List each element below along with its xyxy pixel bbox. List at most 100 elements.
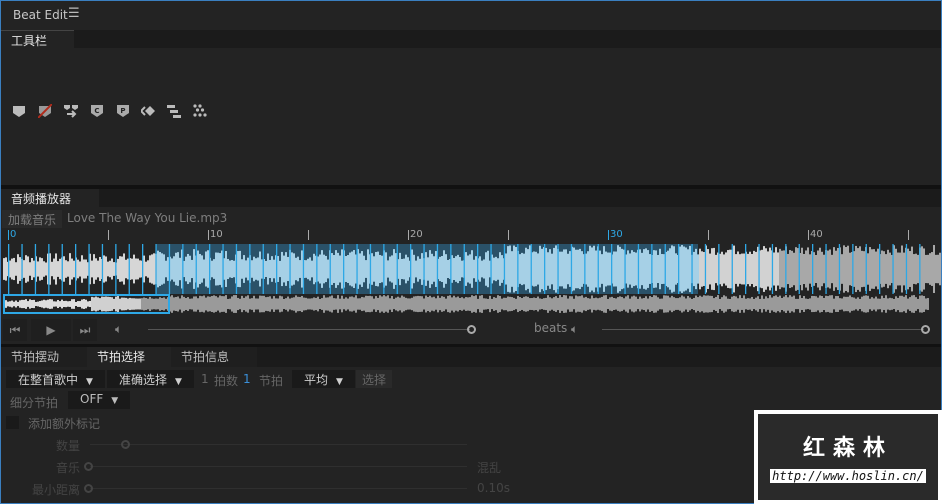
overview-bar: [491, 298, 493, 310]
count-a[interactable]: 1: [201, 372, 209, 386]
music-chaos-slider-knob[interactable]: [84, 462, 93, 471]
overview-bar: [123, 297, 125, 311]
waveform-bar: [493, 257, 495, 281]
play-button[interactable]: ▶: [31, 319, 71, 341]
music-chaos-slider-track[interactable]: [90, 466, 467, 467]
waveform-bar: [351, 251, 353, 287]
overview-bar: [499, 295, 501, 313]
overview-bar: [465, 297, 467, 311]
merge-markers-icon[interactable]: [64, 104, 78, 118]
waveform-bar: [775, 247, 777, 291]
overview-bar: [469, 297, 471, 311]
overview-bar: [321, 298, 323, 310]
overview-bar: [345, 297, 347, 311]
scope-select[interactable]: 在整首歌中 ▼: [6, 370, 105, 388]
marker-p-icon[interactable]: P: [116, 104, 130, 118]
next-button[interactable]: ⏭: [73, 319, 97, 341]
overview-bar: [201, 296, 203, 312]
waveform[interactable]: [1, 244, 941, 294]
waveform-bar: [157, 250, 159, 288]
subdivide-select[interactable]: OFF ▼: [68, 391, 131, 409]
scatter-markers-icon[interactable]: [193, 104, 207, 118]
tab-toolbar[interactable]: 工具栏: [1, 30, 74, 48]
overview-bar: [215, 296, 217, 312]
overview-bar: [643, 297, 645, 311]
waveform-bar: [805, 250, 807, 288]
waveform-bar: [377, 251, 379, 287]
ruler-tick: [708, 230, 709, 240]
waveform-bar: [291, 252, 293, 286]
beats-volume-track[interactable]: [602, 329, 924, 330]
select-button[interactable]: 选择: [356, 370, 393, 388]
beats-volume-knob[interactable]: [921, 325, 930, 334]
waveform-bar: [39, 257, 41, 281]
overview-bar: [513, 297, 515, 311]
overview-bar: [673, 297, 675, 311]
overview-bar: [95, 296, 97, 312]
overview-bar: [231, 296, 233, 312]
tab-beat-swing[interactable]: 节拍摆动: [1, 347, 87, 367]
overview-bar: [221, 296, 223, 312]
overview-bar: [819, 295, 821, 313]
mode-select[interactable]: 准确选择 ▼: [107, 370, 194, 388]
quantity-slider-knob[interactable]: [121, 440, 130, 449]
overview-bar: [675, 298, 677, 310]
tab-beat-select[interactable]: 节拍选择: [87, 347, 171, 367]
overview-bar: [589, 298, 591, 310]
overview-bar: [613, 298, 615, 310]
min-distance-slider-knob[interactable]: [84, 484, 93, 493]
load-music-button[interactable]: 加载音乐: [2, 210, 63, 228]
overview-bar: [57, 299, 59, 309]
waveform-bar: [431, 253, 433, 285]
min-distance-slider-track[interactable]: [90, 488, 467, 489]
overview-bar: [483, 298, 485, 310]
overview-bar: [901, 295, 903, 313]
timeline-ruler[interactable]: 0 10 20 30 40: [1, 228, 941, 244]
remove-marker-icon[interactable]: [38, 104, 52, 118]
volume-slider-knob[interactable]: [467, 325, 476, 334]
overview-bar: [887, 298, 889, 310]
overview-bar: [303, 297, 305, 311]
overview-bar: [883, 298, 885, 310]
overview-bar: [867, 295, 869, 313]
waveform-bar: [125, 259, 127, 279]
overview-bar: [731, 296, 733, 312]
tab-beat-info[interactable]: 节拍信息: [171, 347, 257, 367]
align-markers-icon[interactable]: [167, 104, 181, 118]
overview-bar: [703, 295, 705, 313]
waveform-bar: [675, 253, 677, 285]
extra-markers-checkbox[interactable]: [6, 416, 19, 429]
svg-text:P: P: [120, 107, 125, 115]
overview-bar: [661, 298, 663, 310]
navigate-markers-icon[interactable]: [141, 104, 155, 118]
marker-c-icon[interactable]: C: [90, 104, 104, 118]
quantity-slider-track[interactable]: [90, 444, 467, 445]
overview-bar: [583, 297, 585, 311]
overview-bar: [293, 297, 295, 311]
overview-bar: [393, 298, 395, 310]
overview-bar: [199, 295, 201, 313]
dropdown-arrow-icon: ▼: [111, 396, 119, 406]
overview-bar: [21, 299, 23, 309]
overview-bar: [77, 301, 79, 307]
overview-bar: [745, 298, 747, 310]
volume-icon[interactable]: 🔈︎: [115, 322, 122, 337]
volume-slider-track[interactable]: [148, 329, 470, 330]
waveform-bar: [511, 251, 513, 287]
overview-bar: [63, 300, 65, 308]
beats-volume-icon[interactable]: 🔈︎: [571, 322, 578, 337]
waveform-bar: [407, 257, 409, 281]
distribution-select[interactable]: 平均 ▼: [292, 370, 355, 388]
waveform-bar: [23, 260, 25, 278]
waveform-bar: [77, 259, 79, 279]
overview-bar: [367, 295, 369, 313]
tab-audio-player[interactable]: 音频播放器: [1, 189, 99, 207]
overview-bar: [497, 295, 499, 313]
count-b[interactable]: 1: [243, 372, 251, 386]
waveform-overview[interactable]: [1, 294, 941, 314]
previous-button[interactable]: ⏮: [3, 319, 27, 341]
waveform-bar: [253, 256, 255, 282]
marker-icon[interactable]: [12, 104, 26, 118]
hamburger-icon[interactable]: ☰: [68, 6, 80, 21]
overview-bar: [523, 296, 525, 312]
